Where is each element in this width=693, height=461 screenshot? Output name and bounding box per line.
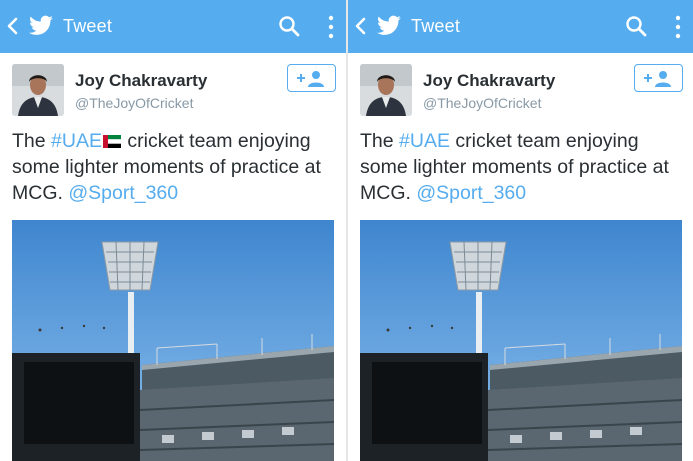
- overflow-menu-icon[interactable]: [675, 14, 681, 40]
- header-title: Tweet: [411, 16, 461, 36]
- back-arrow-icon[interactable]: [6, 15, 20, 37]
- avatar[interactable]: [360, 64, 412, 116]
- follow-button[interactable]: [634, 64, 683, 92]
- top-app-bar: Tweet: [0, 0, 346, 53]
- follow-person-icon: [297, 71, 324, 87]
- tweet-text-lead: The: [360, 130, 400, 152]
- follow-button[interactable]: [287, 64, 336, 92]
- back-arrow-icon[interactable]: [354, 15, 368, 37]
- top-app-bar: Tweet: [348, 0, 693, 53]
- tweet-text: The #UAE cricket team enjoying some ligh…: [360, 128, 686, 206]
- author-handle[interactable]: @TheJoyOfCricket: [423, 95, 541, 111]
- author-name[interactable]: Joy Chakravarty: [423, 71, 555, 91]
- tweet-photo[interactable]: [12, 220, 334, 461]
- search-icon[interactable]: [278, 15, 300, 37]
- tweet-text: The #UAE cricket team enjoying some ligh…: [12, 128, 338, 206]
- follow-person-icon: [644, 71, 671, 87]
- tweet-view-right: Tweet Joy Chakravarty @TheJoyOfCricket T…: [348, 0, 693, 461]
- header-title: Tweet: [63, 16, 113, 36]
- tweet-text-lead: The: [12, 130, 52, 152]
- search-icon[interactable]: [625, 15, 647, 37]
- author-name[interactable]: Joy Chakravarty: [75, 71, 207, 91]
- avatar[interactable]: [12, 64, 64, 116]
- twitter-bird-icon[interactable]: [376, 13, 402, 39]
- overflow-menu-icon[interactable]: [328, 14, 334, 40]
- hashtag-link[interactable]: #UAE: [51, 130, 102, 152]
- hashtag-link[interactable]: #UAE: [399, 130, 450, 152]
- twitter-bird-icon[interactable]: [28, 13, 54, 39]
- mention-link[interactable]: @Sport_360: [416, 182, 526, 204]
- tweet-photo[interactable]: [360, 220, 682, 461]
- tweet-view-left: Tweet Joy Chakravarty @TheJoyOfCricket T…: [0, 0, 346, 461]
- uae-flag-icon: [102, 135, 121, 148]
- mention-link[interactable]: @Sport_360: [68, 182, 178, 204]
- author-handle[interactable]: @TheJoyOfCricket: [75, 95, 193, 111]
